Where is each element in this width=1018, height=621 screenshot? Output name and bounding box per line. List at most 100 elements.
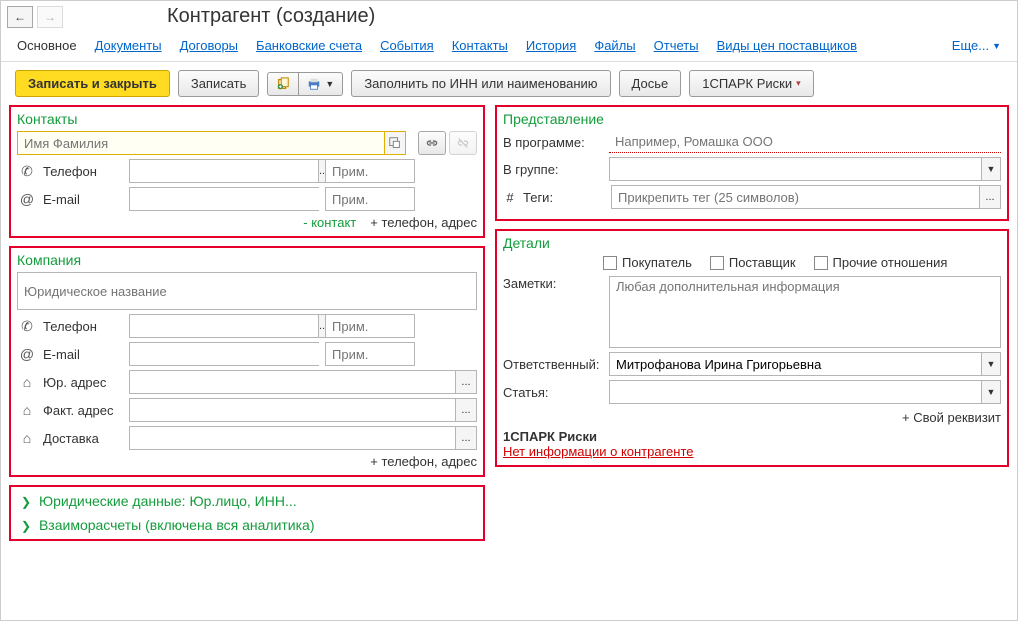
contact-email-note-input[interactable] (325, 187, 415, 211)
fact-addr-open-button[interactable]: ... (455, 398, 477, 422)
company-phone-label: Телефон (43, 319, 123, 334)
tab-contracts[interactable]: Договоры (180, 38, 238, 53)
phone-label: Телефон (43, 164, 123, 179)
in-group-input[interactable] (609, 157, 981, 181)
article-label: Статья: (503, 385, 603, 400)
legal-addr-label: Юр. адрес (43, 375, 123, 390)
unlink-contact-button[interactable] (449, 131, 477, 155)
legal-addr-input[interactable] (129, 370, 455, 394)
company-title: Компания (17, 252, 477, 268)
contact-name-open-button[interactable] (384, 131, 406, 155)
phone-icon: ✆ (17, 318, 37, 335)
in-group-label: В группе: (503, 162, 603, 177)
hash-icon: # (503, 190, 517, 205)
nav-back-button[interactable]: ← (7, 6, 33, 28)
checkbox-icon (710, 256, 724, 270)
chevron-down-icon: ▾ (796, 78, 801, 89)
contacts-title: Контакты (17, 111, 477, 127)
other-rel-checkbox[interactable]: Прочие отношения (814, 255, 948, 270)
settlements-expander[interactable]: ❯ Взаиморасчеты (включена вся аналитика) (15, 513, 479, 537)
copy-icon-button[interactable] (267, 72, 299, 96)
house-icon: ⌂ (17, 430, 37, 446)
fill-inn-label: Заполнить по ИНН или наименованию (364, 76, 597, 91)
tab-main[interactable]: Основное (17, 38, 77, 53)
buyer-checkbox[interactable]: Покупатель (603, 255, 692, 270)
company-email-note-input[interactable] (325, 342, 415, 366)
delivery-input[interactable] (129, 426, 455, 450)
company-group: Компания ✆ Телефон ... @ E-mail (9, 246, 485, 477)
contact-phone-input[interactable] (129, 159, 318, 183)
legal-data-expander[interactable]: ❯ Юридические данные: Юр.лицо, ИНН... (15, 489, 479, 513)
phone-icon: ✆ (17, 163, 37, 180)
save-close-button[interactable]: Записать и закрыть (15, 70, 170, 97)
representation-group: Представление В программе: В группе: ▼ #… (495, 105, 1009, 221)
supplier-checkbox[interactable]: Поставщик (710, 255, 796, 270)
in-app-label: В программе: (503, 135, 603, 150)
tab-contacts[interactable]: Контакты (452, 38, 508, 53)
contact-email-input[interactable] (129, 187, 319, 211)
expand-icon (388, 136, 402, 150)
settlements-label: Взаиморасчеты (включена вся аналитика) (39, 517, 315, 533)
chevron-right-icon: ❯ (21, 519, 31, 533)
tab-prices[interactable]: Виды цен поставщиков (717, 38, 857, 53)
dossier-button[interactable]: Досье (619, 70, 682, 97)
checkbox-icon (603, 256, 617, 270)
spark-label: 1СПАРК Риски (702, 76, 792, 91)
other-rel-label: Прочие отношения (833, 255, 948, 270)
tabs-more-button[interactable]: Еще... ▼ (952, 38, 1001, 53)
dossier-label: Досье (632, 76, 669, 91)
responsible-input[interactable] (609, 352, 981, 376)
tab-events[interactable]: События (380, 38, 434, 53)
email-icon: @ (17, 191, 37, 207)
unlink-icon (456, 136, 470, 150)
tags-input[interactable] (611, 185, 979, 209)
representation-title: Представление (503, 111, 1001, 127)
tab-files[interactable]: Файлы (594, 38, 635, 53)
save-button[interactable]: Записать (178, 70, 260, 97)
add-phone-address-link[interactable]: + телефон, адрес (370, 215, 477, 230)
spark-warning-link[interactable]: Нет информации о контрагенте (503, 444, 694, 459)
in-group-dropdown-button[interactable]: ▼ (981, 157, 1001, 181)
tabs-more-label: Еще... (952, 38, 989, 53)
nav-forward-button[interactable]: → (37, 6, 63, 28)
tab-bank[interactable]: Банковские счета (256, 38, 362, 53)
fact-addr-label: Факт. адрес (43, 403, 123, 418)
print-icon-button[interactable]: ▼ (299, 72, 343, 96)
link-contact-button[interactable] (418, 131, 446, 155)
article-input[interactable] (609, 380, 981, 404)
tab-reports[interactable]: Отчеты (654, 38, 699, 53)
responsible-dropdown-button[interactable]: ▼ (981, 352, 1001, 376)
company-email-input[interactable] (129, 342, 319, 366)
company-name-input[interactable] (17, 272, 477, 310)
chevron-right-icon: ❯ (21, 495, 31, 509)
company-phone-note-input[interactable] (325, 314, 415, 338)
tags-open-button[interactable]: ... (979, 185, 1001, 209)
fact-addr-input[interactable] (129, 398, 455, 422)
notes-label: Заметки: (503, 276, 603, 291)
contacts-group: Контакты (9, 105, 485, 238)
tab-documents[interactable]: Документы (95, 38, 162, 53)
company-add-phone-link[interactable]: + телефон, адрес (370, 454, 477, 469)
contact-name-input[interactable] (17, 131, 384, 155)
remove-contact-link[interactable]: - контакт (303, 215, 356, 230)
own-attr-link[interactable]: + Свой реквизит (902, 410, 1001, 425)
contact-phone-note-input[interactable] (325, 159, 415, 183)
printer-icon (307, 77, 321, 91)
chevron-down-icon: ▼ (992, 41, 1001, 51)
save-close-label: Записать и закрыть (28, 76, 157, 91)
email-label: E-mail (43, 192, 123, 207)
checkbox-icon (814, 256, 828, 270)
house-icon: ⌂ (17, 402, 37, 418)
fill-by-inn-button[interactable]: Заполнить по ИНН или наименованию (351, 70, 610, 97)
details-group: Детали Покупатель Поставщик Прочие отнош… (495, 229, 1009, 467)
legal-addr-open-button[interactable]: ... (455, 370, 477, 394)
article-dropdown-button[interactable]: ▼ (981, 380, 1001, 404)
delivery-open-button[interactable]: ... (455, 426, 477, 450)
chevron-down-icon: ▼ (325, 79, 334, 89)
notes-textarea[interactable] (609, 276, 1001, 348)
company-phone-input[interactable] (129, 314, 318, 338)
spark-risks-button[interactable]: 1СПАРК Риски ▾ (689, 70, 813, 97)
in-app-input[interactable] (609, 131, 1001, 153)
tab-history[interactable]: История (526, 38, 576, 53)
buyer-label: Покупатель (622, 255, 692, 270)
